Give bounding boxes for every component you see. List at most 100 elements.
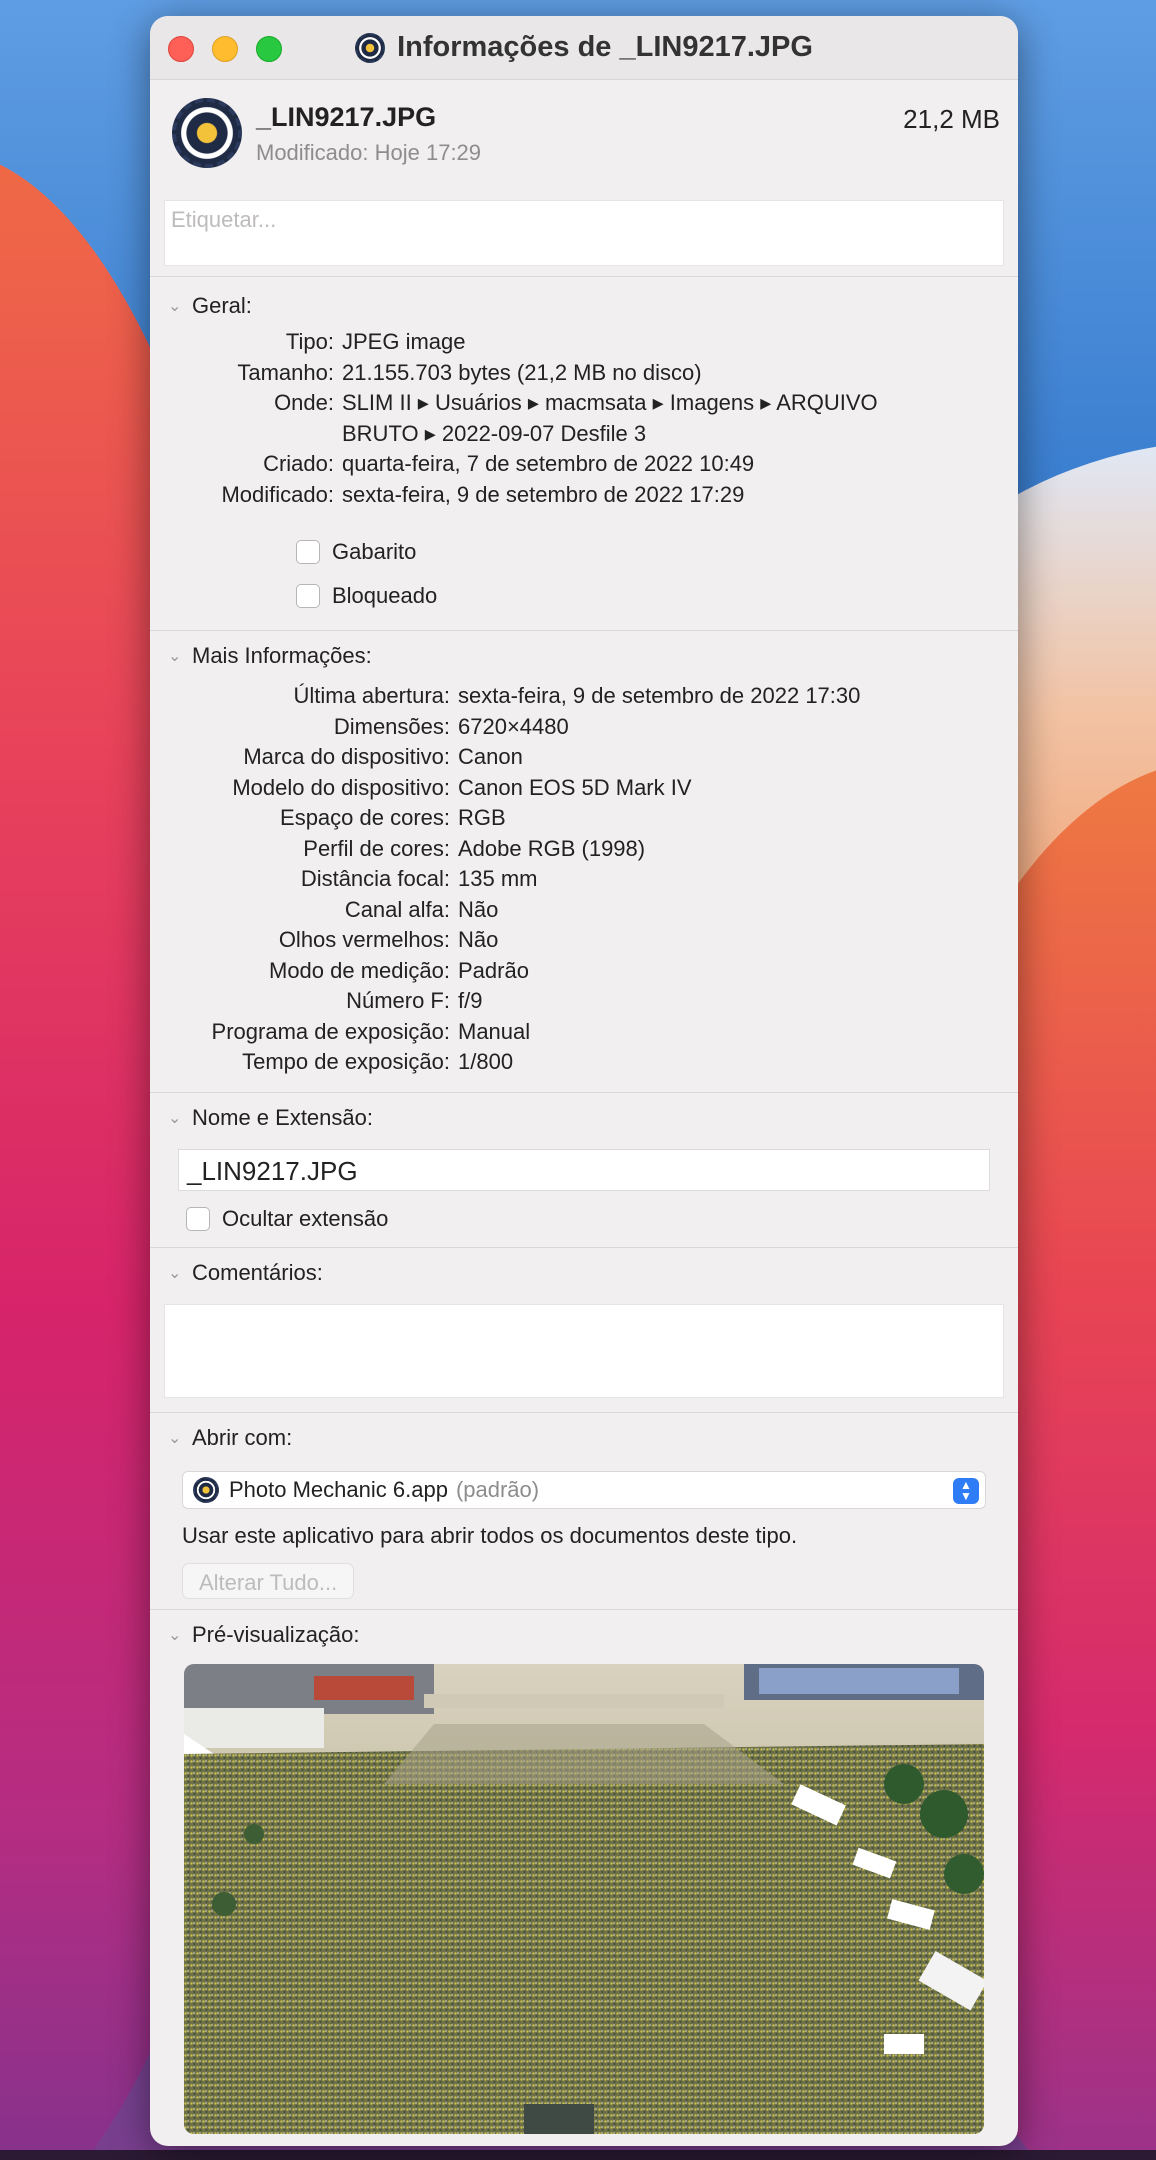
info-value: Canon EOS 5D Mark IV: [458, 774, 692, 800]
chevron-down-icon: ⌄: [168, 1429, 182, 1447]
info-label: Última abertura:: [293, 683, 450, 708]
hide-extension-checkbox[interactable]: Ocultar extensão: [150, 1191, 1018, 1247]
section-preview-header[interactable]: ⌄ Pré-visualização:: [150, 1610, 1018, 1660]
file-header: _LIN9217.JPG Modificado: Hoje 17:29 21,2…: [150, 80, 1018, 200]
info-value: SLIM II ▸ Usuários ▸ macmsata ▸ Imagens …: [342, 390, 878, 415]
info-value: Padrão: [458, 957, 529, 983]
geral-info-row: BRUTO ▸ 2022-09-07 Desfile 3: [160, 419, 1018, 450]
change-all-button[interactable]: Alterar Tudo...: [182, 1562, 355, 1599]
window-title: Informações de _LIN9217.JPG: [397, 31, 813, 63]
mais-info-row: Modelo do dispositivo: Canon EOS 5D Mark …: [150, 773, 1018, 804]
geral-info-row: Onde: SLIM II ▸ Usuários ▸ macmsata ▸ Ima…: [160, 388, 1018, 419]
section-comentarios-header[interactable]: ⌄ Comentários:: [150, 1248, 1018, 1298]
open-with-select[interactable]: Photo Mechanic 6.app (padrão) ▲ ▼: [182, 1470, 986, 1509]
info-value: quarta-feira, 7 de setembro de 2022 10:4…: [342, 451, 755, 476]
info-label: Espaço de cores:: [280, 805, 450, 830]
info-label: Número F:: [346, 988, 450, 1013]
photo-mechanic-icon: [193, 1476, 219, 1503]
mais-info-row: Olhos vermelhos: Não: [150, 925, 1018, 956]
section-nome-extensao: ⌄ Nome e Extensão: _LIN9217.JPG Ocultar …: [150, 1091, 1018, 1247]
file-name: _LIN9217.JPG: [256, 102, 437, 132]
geral-info-row: Criado: quarta-feira, 7 de setembro de 20…: [160, 449, 1018, 480]
info-label: Modo de medição:: [269, 957, 450, 983]
info-window: Informações de _LIN9217.JPG _LIN9217.JPG…: [150, 16, 1018, 2146]
mais-info-row: Canal alfa: Não: [150, 895, 1018, 926]
mais-info-row: Modo de medição: Padrão: [150, 956, 1018, 987]
info-label: Tipo:: [285, 329, 334, 354]
file-modified: Modificado: Hoje 17:29: [256, 140, 482, 165]
info-label: Dimensões:: [333, 713, 450, 739]
updown-arrows-icon[interactable]: ▲ ▼: [953, 1477, 979, 1504]
info-label: Olhos vermelhos:: [278, 927, 450, 952]
info-value: 135 mm: [458, 866, 538, 891]
info-label: Tempo de exposição:: [242, 1049, 450, 1074]
chevron-down-icon: ⌄: [168, 648, 182, 665]
crowd-photo: [184, 1663, 984, 2134]
mais-info-row: Perfil de cores: Adobe RGB (1998): [150, 834, 1018, 865]
section-pre-visualizacao: ⌄ Pré-visualização:: [150, 1608, 1018, 2134]
section-geral-header[interactable]: ⌄ Geral:: [150, 287, 1018, 325]
chevron-down-icon: ⌄: [168, 1626, 182, 1644]
chevron-down-icon: ⌄: [168, 298, 182, 315]
mais-info-row: Dimensões: 6720×4480: [150, 712, 1018, 743]
minimize-button[interactable]: [212, 36, 238, 62]
section-abrir-header[interactable]: ⌄ Abrir com:: [150, 1413, 1018, 1463]
geral-info-row: Modificado: sexta-feira, 9 de setembro de…: [160, 480, 1018, 511]
comments-textarea[interactable]: [164, 1303, 1004, 1398]
info-label: Distância focal:: [300, 866, 450, 891]
info-label: Marca do dispositivo:: [243, 744, 450, 769]
section-mais-header[interactable]: ⌄ Mais Informações:: [150, 631, 1018, 681]
info-value: BRUTO ▸ 2022-09-07 Desfile 3: [342, 420, 647, 446]
checkbox-box[interactable]: [296, 584, 320, 608]
info-label: Tamanho:: [237, 359, 334, 385]
info-label: Perfil de cores:: [303, 835, 450, 861]
info-value: Manual: [458, 1018, 531, 1044]
section-comentarios: ⌄ Comentários:: [150, 1246, 1018, 1398]
chevron-down-icon: ⌄: [168, 1264, 182, 1282]
photo-mechanic-icon: [355, 32, 386, 63]
mais-info-row: Marca do dispositivo: Canon: [150, 742, 1018, 773]
mais-info-row: Espaço de cores: RGB: [150, 803, 1018, 834]
info-value: sexta-feira, 9 de setembro de 2022 17:30: [458, 683, 861, 708]
filename-input[interactable]: _LIN9217.JPG: [178, 1148, 990, 1191]
info-label: Modelo do dispositivo:: [232, 774, 450, 800]
checkbox-box[interactable]: [186, 1206, 210, 1231]
section-abrir-com: ⌄ Abrir com: Photo Mechanic 6.app (padrã…: [150, 1411, 1018, 1609]
info-value: 21.155.703 bytes (21,2 MB no disco): [342, 359, 702, 385]
chevron-down-icon: ⌄: [168, 1109, 182, 1127]
info-value: Adobe RGB (1998): [458, 835, 646, 861]
tags-input[interactable]: Etiquetar...: [164, 200, 1004, 266]
mais-info-row: Última abertura: sexta-feira, 9 de setemb…: [150, 681, 1018, 712]
file-icon: [172, 98, 242, 168]
file-size: 21,2 MB: [903, 104, 1000, 134]
geral-info-row: Tamanho: 21.155.703 bytes (21,2 MB no dis…: [160, 358, 1018, 389]
title-bar[interactable]: Informações de _LIN9217.JPG: [150, 16, 1018, 80]
info-label: Modificado:: [221, 481, 334, 507]
info-value: Canon: [458, 744, 523, 769]
info-label: Canal alfa:: [344, 896, 450, 922]
mais-info-row: Número F: f/9: [150, 986, 1018, 1017]
geral-info-row: Tipo: JPEG image: [160, 327, 1018, 358]
section-nome-header[interactable]: ⌄ Nome e Extensão:: [150, 1093, 1018, 1143]
checkbox-box[interactable]: [296, 540, 320, 564]
section-mais-informacoes: ⌄ Mais Informações: Última abertura: sext…: [150, 630, 1018, 1092]
open-with-hint: Usar este aplicativo para abrir todos os…: [182, 1522, 798, 1548]
info-value: RGB: [458, 805, 506, 830]
bloqueado-checkbox[interactable]: Bloqueado: [296, 574, 1018, 618]
window-controls: [168, 36, 282, 62]
info-label: Criado:: [263, 451, 334, 476]
close-button[interactable]: [168, 36, 194, 62]
mais-info-row: Tempo de exposição: 1/800: [150, 1047, 1018, 1078]
info-value: f/9: [458, 988, 483, 1013]
info-value: sexta-feira, 9 de setembro de 2022 17:29: [342, 481, 745, 507]
info-value: JPEG image: [342, 329, 466, 354]
info-value: Não: [458, 927, 499, 952]
zoom-button[interactable]: [256, 36, 282, 62]
section-geral: ⌄ Geral: Tipo: JPEG image Tamanho: 21.155.7…: [150, 276, 1018, 630]
info-label: Onde:: [274, 390, 334, 415]
mais-info-row: Programa de exposição: Manual: [150, 1017, 1018, 1048]
info-value: Não: [458, 896, 499, 922]
mais-info-row: Distância focal: 135 mm: [150, 864, 1018, 895]
preview-image: [184, 1663, 984, 2134]
gabarito-checkbox[interactable]: Gabarito: [296, 530, 1018, 574]
